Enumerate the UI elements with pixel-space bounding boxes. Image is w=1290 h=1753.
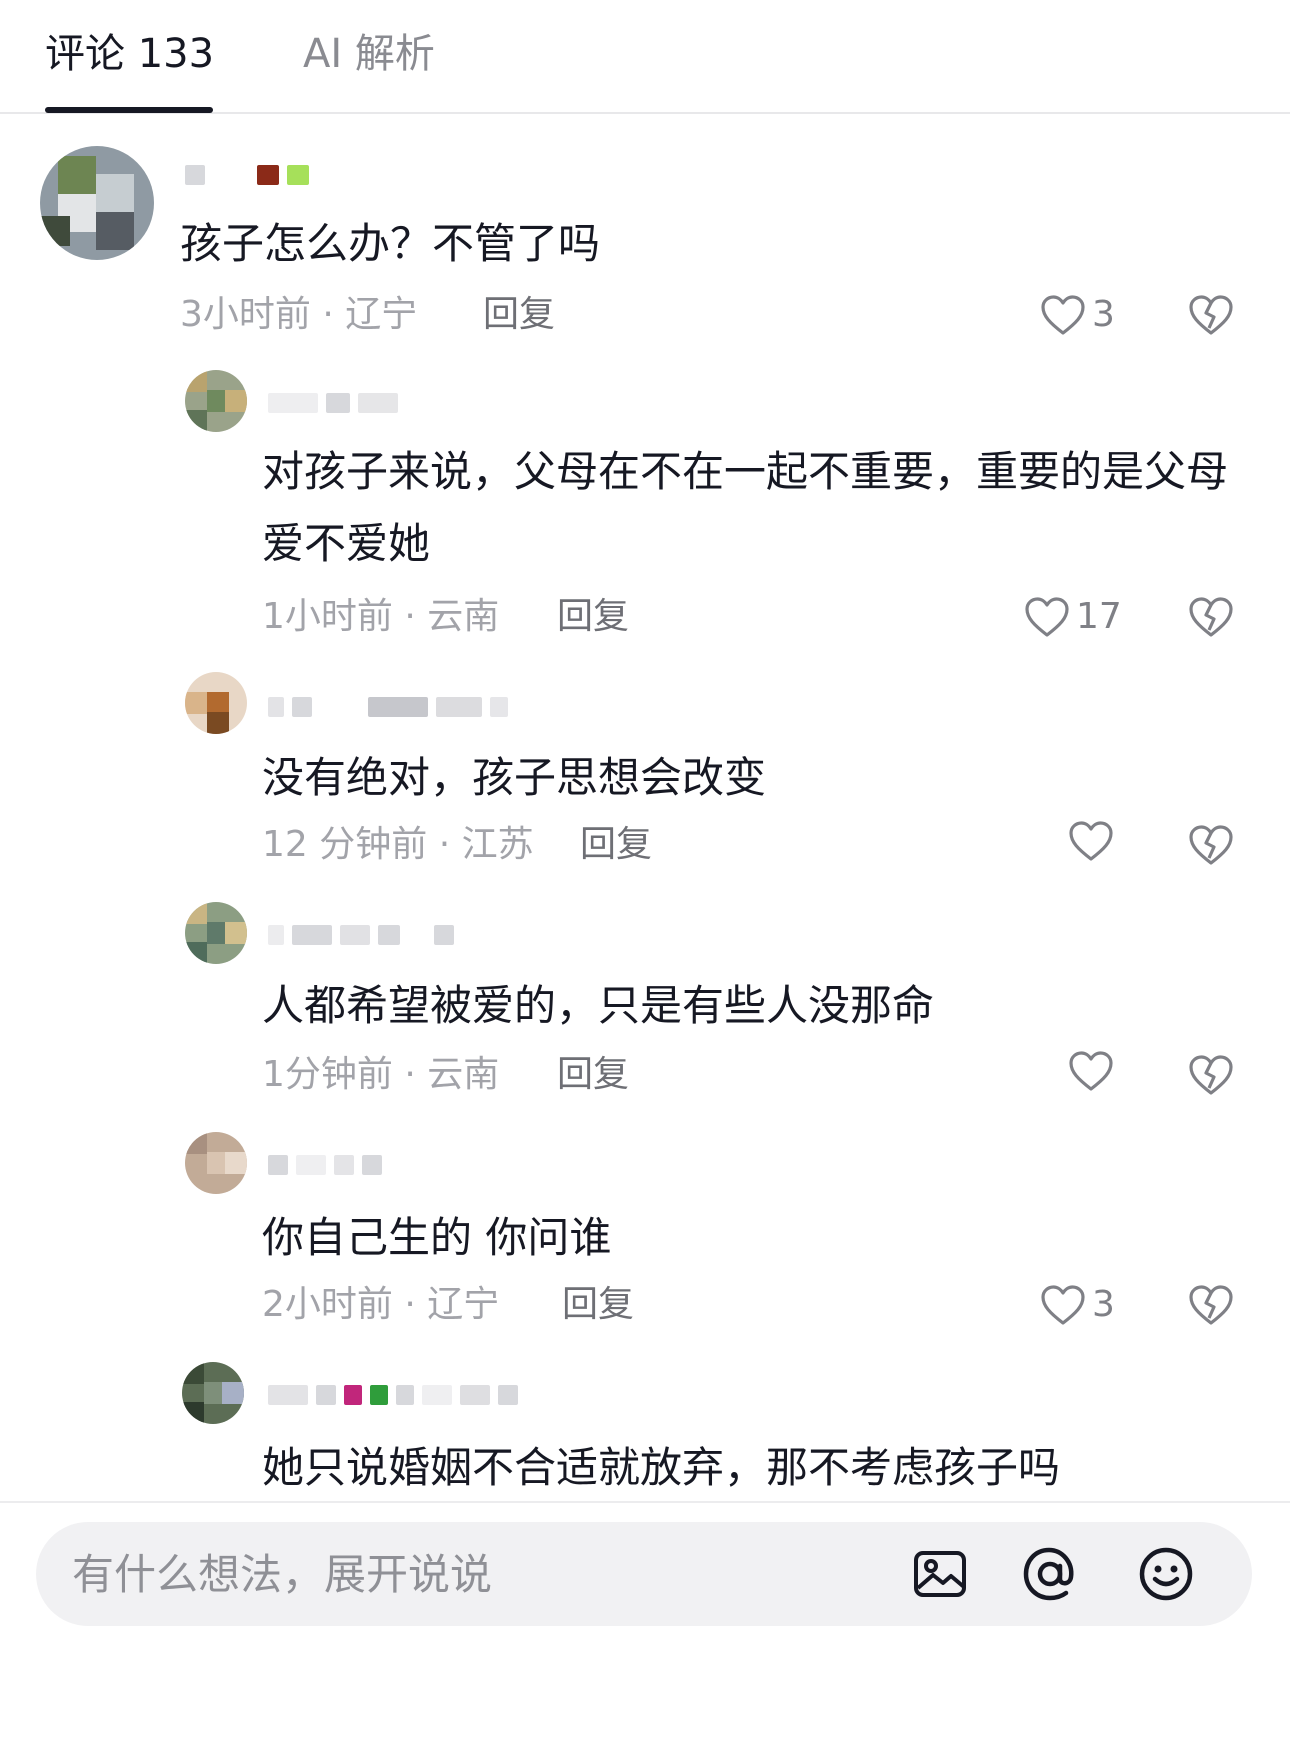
comment-text: 对孩子来说，父母在不在一起不重要，重要的是父母爱不爱她	[262, 447, 1229, 568]
comment-text: 孩子怎么办？不管了吗	[180, 219, 601, 268]
comment-meta: 2小时前 · 辽宁	[262, 1284, 500, 1325]
comment-meta: 1小时前 · 云南	[262, 596, 500, 637]
broken-heart-icon	[1189, 1055, 1233, 1095]
like-button[interactable]: 3	[1040, 1280, 1115, 1330]
tab-ai-analysis[interactable]: AI 解析	[303, 26, 435, 82]
comment-meta: 3小时前 · 辽宁	[180, 294, 418, 335]
heart-icon	[1041, 1285, 1085, 1325]
like-button[interactable]: 17	[1024, 592, 1122, 642]
comment-input[interactable]	[72, 1544, 872, 1604]
comment-composer	[36, 1522, 1252, 1626]
broken-heart-icon	[1189, 1285, 1233, 1325]
dislike-button[interactable]	[1188, 1054, 1234, 1096]
comment-text: 你自己生的 你问谁	[262, 1213, 612, 1262]
tab-bar: 评论 133 AI 解析	[0, 0, 1290, 114]
username[interactable]	[268, 696, 508, 718]
dislike-button[interactable]	[1188, 824, 1234, 866]
username[interactable]	[268, 392, 398, 414]
comment-text: 没有绝对，孩子思想会改变	[262, 753, 767, 802]
like-count: 17	[1076, 596, 1122, 637]
avatar[interactable]	[185, 902, 247, 964]
active-tab-indicator	[45, 107, 213, 113]
composer-divider	[0, 1501, 1290, 1503]
mention-icon[interactable]	[1020, 1544, 1080, 1604]
tab-comments[interactable]: 评论 133	[45, 26, 214, 82]
username[interactable]	[268, 1384, 518, 1406]
avatar[interactable]	[182, 1362, 244, 1424]
comments-panel: 评论 133 AI 解析 孩子怎么办？不管了吗 3小时前 · 辽宁 回复 3 对…	[0, 0, 1290, 1753]
dislike-button[interactable]	[1188, 596, 1234, 638]
avatar[interactable]	[185, 1132, 247, 1194]
username[interactable]	[268, 924, 454, 946]
broken-heart-icon	[1189, 597, 1233, 637]
like-button[interactable]: 3	[1040, 290, 1115, 340]
reply-button[interactable]: 回复	[483, 290, 555, 340]
avatar[interactable]	[185, 370, 247, 432]
username[interactable]	[268, 1154, 382, 1176]
heart-icon	[1069, 1051, 1113, 1091]
avatar[interactable]	[40, 146, 154, 260]
heart-icon	[1025, 597, 1069, 637]
dislike-button[interactable]	[1188, 1284, 1234, 1326]
comment-text: 人都希望被爱的，只是有些人没那命	[262, 981, 935, 1030]
username[interactable]	[185, 164, 309, 186]
like-count: 3	[1092, 1284, 1115, 1325]
emoji-icon[interactable]	[1136, 1544, 1196, 1604]
reply-button[interactable]: 回复	[580, 820, 652, 870]
comment-meta: 12 分钟前 · 江苏	[262, 824, 534, 865]
comment-text: 她只说婚姻不合适就放弃，那不考虑孩子吗	[262, 1443, 1061, 1492]
avatar[interactable]	[185, 672, 247, 734]
like-button[interactable]	[1068, 1050, 1120, 1092]
reply-button[interactable]: 回复	[557, 1050, 629, 1100]
heart-icon	[1069, 821, 1113, 861]
broken-heart-icon	[1189, 295, 1233, 335]
reply-button[interactable]: 回复	[562, 1280, 634, 1330]
comment-meta: 1分钟前 · 云南	[262, 1054, 500, 1095]
dislike-button[interactable]	[1188, 294, 1234, 336]
like-count: 3	[1092, 294, 1115, 335]
like-button[interactable]	[1068, 820, 1120, 862]
image-icon[interactable]	[910, 1544, 970, 1604]
broken-heart-icon	[1189, 825, 1233, 865]
comment-item: 她只说婚姻不合适就放弃，那不考虑孩子吗	[0, 1350, 1290, 1500]
reply-button[interactable]: 回复	[557, 592, 629, 642]
heart-icon	[1041, 295, 1085, 335]
